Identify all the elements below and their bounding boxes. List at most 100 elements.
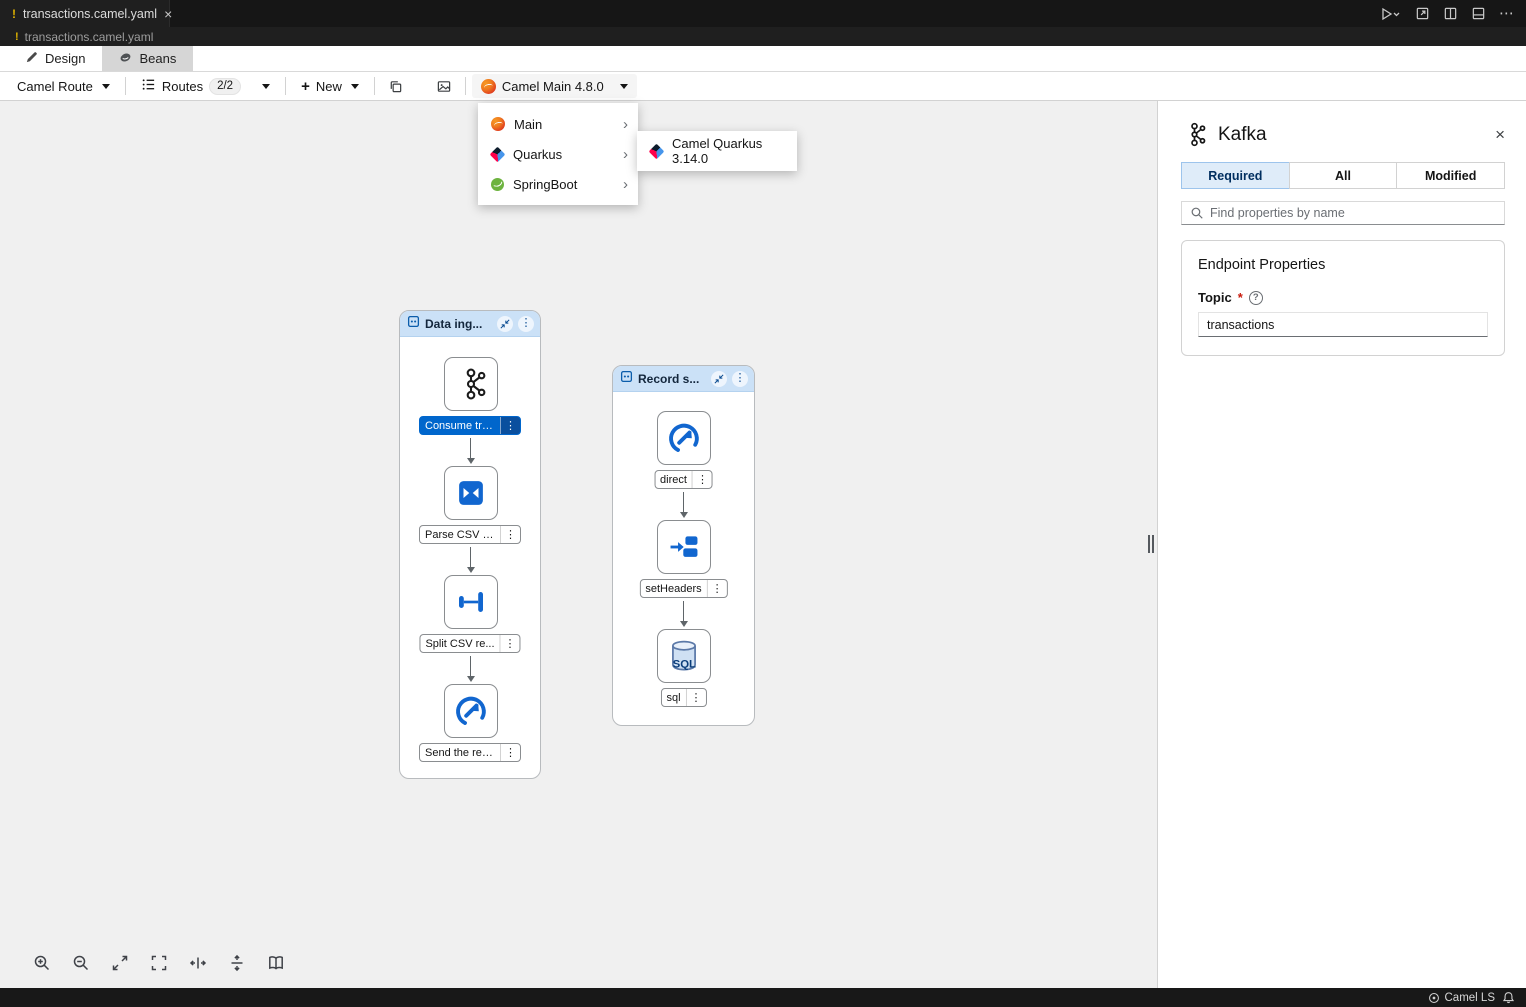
direct-icon [453,693,489,729]
zoom-in-button[interactable] [26,947,57,978]
horizontal-layout-button[interactable] [182,947,213,978]
menu-item-label: Quarkus [513,147,562,162]
required-star: * [1238,290,1243,305]
search-icon [1190,206,1204,220]
chevron-right-icon: › [623,177,628,192]
properties-panel: Kafka × Required All Modified Endpoint P… [1157,101,1526,988]
customize-layout-button[interactable] [1471,6,1486,21]
runtime-selector-dropdown[interactable]: Camel Main 4.8.0 [472,74,637,98]
properties-panel-header: Kafka × [1181,121,1505,148]
dsl-selector-dropdown[interactable]: Camel Route [8,74,119,98]
tab-modified[interactable]: Modified [1396,162,1505,189]
notifications-bell-icon[interactable] [1502,991,1515,1004]
node-label-consume-transactions[interactable]: Consume tran... ⋮ [419,416,521,435]
group-kebab-menu[interactable]: ⋮ [518,316,534,332]
node-label-parse-csv[interactable]: Parse CSV fo... ⋮ [419,525,521,544]
new-route-dropdown[interactable]: + New [292,74,368,98]
menu-item-label: SpringBoot [513,177,577,192]
node-label-direct[interactable]: direct ⋮ [654,470,713,489]
split-editor-button[interactable] [1443,6,1458,21]
node-sql[interactable]: SQL [657,629,711,683]
routes-count-badge: 2/2 [209,78,241,95]
beans-tab-icon [119,51,132,67]
node-setheaders[interactable] [657,520,711,574]
runtime-menu-item-main[interactable]: Main › [478,109,638,139]
vertical-layout-button[interactable] [221,947,252,978]
group-kebab-menu[interactable]: ⋮ [732,371,748,387]
kafka-icon [1181,121,1208,148]
node-label-text: Consume tran... [420,420,500,432]
node-label-text: Send the rec... [420,747,500,759]
tab-design[interactable]: Design [8,46,102,71]
tab-beans[interactable]: Beans [102,46,193,71]
node-split-csv[interactable] [444,575,498,629]
chevron-right-icon: › [623,147,628,162]
topic-field-label-row: Topic * ? [1198,290,1488,305]
collapse-group-button[interactable] [711,371,727,387]
node-label-split-csv[interactable]: Split CSV re... ⋮ [419,634,520,653]
flow-canvas[interactable]: Data ing... ⋮ Consume tran... ⋮ Parse CS… [0,101,1157,988]
route-group-record-storage: Record s... ⋮ direct ⋮ setHeaders ⋮ SQ [612,365,755,726]
topic-input[interactable] [1198,312,1488,337]
node-kebab-menu[interactable]: ⋮ [707,580,727,597]
node-kebab-menu[interactable]: ⋮ [692,471,712,488]
help-icon[interactable]: ? [1249,291,1263,305]
zoom-out-button[interactable] [65,947,96,978]
node-kebab-menu[interactable]: ⋮ [686,689,706,706]
copy-flow-button[interactable] [381,74,411,98]
tab-all[interactable]: All [1289,162,1398,189]
group-header[interactable]: Data ing... ⋮ [400,311,540,337]
warning-icon: ! [15,31,19,43]
run-or-debug-button[interactable] [1380,7,1402,21]
node-send-records[interactable] [444,684,498,738]
camel-logo-icon [481,79,496,94]
runtime-menu-item-quarkus[interactable]: Quarkus › [478,139,638,169]
set-headers-icon [667,530,701,564]
flow-arrow [466,438,475,464]
node-label-setheaders[interactable]: setHeaders ⋮ [639,579,727,598]
more-actions-button[interactable]: ⋯ [1499,6,1514,21]
chevron-down-icon [102,84,110,89]
runtime-selector-label: Camel Main 4.8.0 [502,79,604,94]
editor-tab-label: transactions.camel.yaml [23,7,157,21]
submenu-item-camel-quarkus[interactable]: Camel Quarkus 3.14.0 [637,136,797,166]
editor-tab-bar: ! transactions.camel.yaml × ⋯ [0,0,1526,27]
group-title: Data ing... [425,317,492,331]
collapse-group-button[interactable] [497,316,513,332]
topic-label: Topic [1198,290,1232,305]
routes-dropdown-toggle[interactable] [250,74,279,98]
node-kebab-menu[interactable]: ⋮ [500,417,520,434]
node-kebab-menu[interactable]: ⋮ [500,635,520,652]
node-kafka-consumer[interactable] [444,357,498,411]
properties-filter-tabs: Required All Modified [1181,162,1505,189]
node-kebab-menu[interactable]: ⋮ [500,744,520,761]
node-label-send-records[interactable]: Send the rec... ⋮ [419,743,521,762]
node-label-sql[interactable]: sql ⋮ [660,688,706,707]
fit-to-screen-button[interactable] [143,947,174,978]
routes-list-button[interactable]: Routes 2/2 [132,74,250,98]
catalog-button[interactable] [260,947,291,978]
routes-label: Routes [162,79,203,94]
breadcrumb-filename[interactable]: transactions.camel.yaml [25,30,154,44]
editor-tab-transactions[interactable]: ! transactions.camel.yaml × [0,0,170,27]
springboot-logo-icon [491,178,504,191]
close-panel-button[interactable]: × [1495,126,1505,143]
open-preview-button[interactable] [1415,6,1430,21]
toolbar-separator [285,77,286,95]
node-kebab-menu[interactable]: ⋮ [500,526,520,543]
node-direct[interactable] [657,411,711,465]
properties-search-input[interactable] [1181,201,1505,225]
expand-button[interactable] [104,947,135,978]
breadcrumb[interactable]: ! transactions.camel.yaml [0,27,1526,46]
runtime-menu-item-springboot[interactable]: SpringBoot › [478,169,638,199]
tab-close-icon[interactable]: × [164,7,172,21]
panel-resize-handle[interactable] [1147,533,1155,555]
flow-arrow [466,656,475,682]
group-header[interactable]: Record s... ⋮ [613,366,754,392]
export-image-button[interactable] [429,74,459,98]
runtime-menu: Main › Quarkus › SpringBoot › [478,103,638,205]
tab-required[interactable]: Required [1181,162,1290,189]
camel-ls-status[interactable]: Camel LS [1428,992,1496,1004]
node-parse-csv[interactable] [444,466,498,520]
beans-tab-label: Beans [139,51,176,66]
